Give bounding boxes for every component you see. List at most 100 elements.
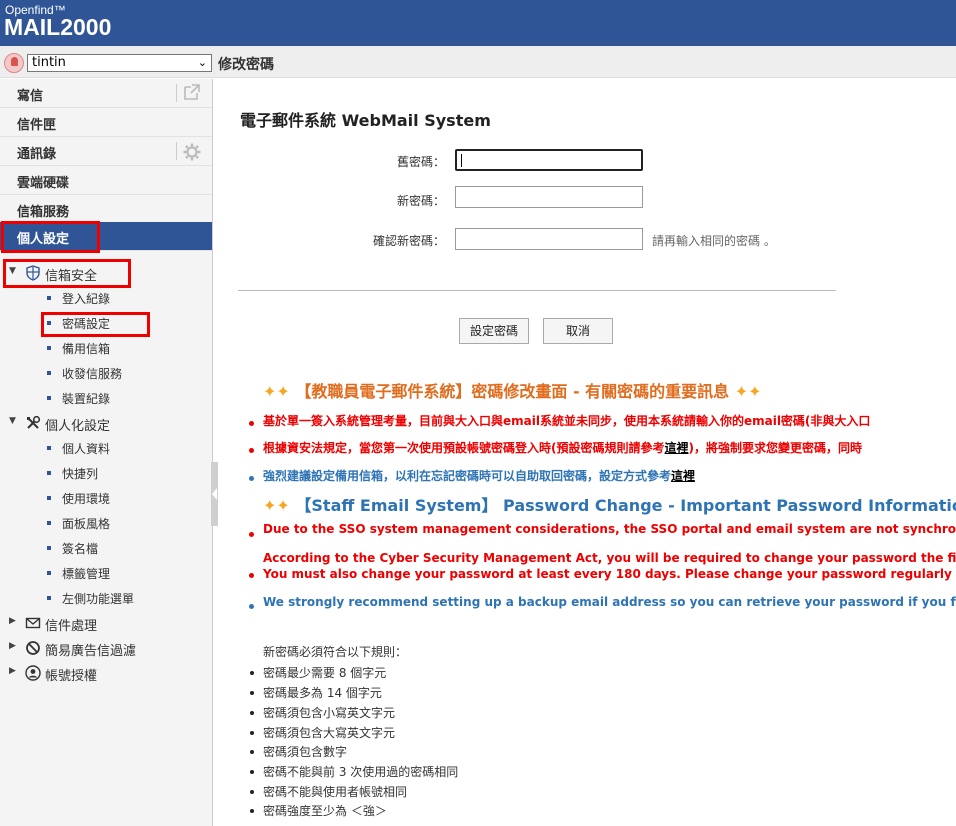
- gear-icon[interactable]: [182, 142, 202, 162]
- here-link[interactable]: 這裡: [665, 441, 689, 455]
- tree-item-device-log[interactable]: 裝置紀錄: [0, 387, 212, 409]
- new-password-input[interactable]: [455, 186, 643, 208]
- rule-item: 密碼強度至少為 ＜強＞: [263, 804, 387, 818]
- tree-item-label: 登入紀錄: [62, 292, 111, 306]
- bullet-icon: [47, 346, 51, 350]
- open-external-icon[interactable]: [182, 82, 202, 102]
- brand-logo[interactable]: MAIL2000: [4, 14, 111, 41]
- bullet-icon: [250, 691, 254, 695]
- old-password-label: 舊密碼：: [396, 155, 445, 169]
- sidebar-collapse-handle[interactable]: [211, 462, 218, 526]
- tree-item-label: 左側功能選單: [62, 592, 135, 606]
- notice-zh-item: 基於單一簽入系統管理考量，目前與大入口與email系統並未同步，使用本系統請輸入…: [263, 414, 871, 428]
- bullet-icon: [47, 446, 51, 450]
- bullet-icon: [47, 521, 51, 525]
- confirm-password-label: 確認新密碼：: [372, 234, 445, 248]
- confirm-hint: 請再輸入相同的密碼 。: [652, 234, 776, 248]
- chevron-down-icon: ⌄: [197, 56, 207, 69]
- tree-item-tag-management[interactable]: 標籤管理: [0, 562, 212, 584]
- collapsed-triangle-icon[interactable]: ▶: [9, 666, 16, 676]
- nav-separator: [176, 142, 177, 160]
- tree-item-label: 裝置紀錄: [62, 392, 111, 406]
- tree-item-shortcut-bar[interactable]: 快捷列: [0, 462, 212, 484]
- bullet-icon: [249, 476, 254, 481]
- tree-item-label: 使用環境: [62, 492, 111, 506]
- cancel-button[interactable]: 取消: [543, 318, 613, 344]
- tree-item-backup-mailbox[interactable]: 備用信箱: [0, 337, 212, 359]
- old-password-input[interactable]: [455, 149, 643, 171]
- tree-item-label: 收發信服務: [62, 367, 123, 381]
- tree-item-mail-service[interactable]: 收發信服務: [0, 362, 212, 384]
- nav-mail-services[interactable]: 信箱服務: [0, 195, 212, 224]
- bullet-icon: [249, 448, 254, 453]
- notice-en-item: You must also change your password at le…: [263, 567, 956, 581]
- notice-zh-item: 根據資安法規定，當您第一次使用預設帳號密碼登入時(預設密碼規則請參考這裡)，將強…: [263, 439, 862, 456]
- notice-zh-heading: ✦✦ 【教職員電子郵件系統】密碼修改畫面 - 有關密碼的重要訊息 ✦✦: [263, 378, 762, 402]
- notice-en-heading-text: 【Staff Email System】 Password Change - I…: [295, 496, 956, 515]
- tree-account-auth-label: 帳號授權: [45, 669, 98, 684]
- new-password-label: 新密碼：: [396, 194, 445, 208]
- highlight-box: [1, 221, 100, 253]
- tree-item-environment[interactable]: 使用環境: [0, 487, 212, 509]
- tree-item-label: 快捷列: [62, 467, 99, 481]
- user-select[interactable]: tintin ⌄: [27, 54, 212, 72]
- rule-item: 密碼須包含大寫英文字元: [263, 726, 396, 740]
- sidebar: 寫信 信件匣 通訊錄 雲端硬碟 信箱服務 個人設定 ▼ 信箱安全 登入紀錄 密碼…: [0, 79, 213, 826]
- bullet-icon: [249, 604, 254, 609]
- sparkle-icon: ✦✦: [263, 496, 290, 515]
- bullet-icon: [250, 790, 254, 794]
- tree-item-label: 標籤管理: [62, 567, 111, 581]
- notice-zh-item: 強烈建議設定備用信箱，以利在忘記密碼時可以自助取回密碼，設定方式參考這裡: [263, 467, 695, 484]
- bullet-icon: [249, 573, 254, 578]
- rule-item: 密碼最少需要 8 個字元: [263, 666, 387, 680]
- tree-ad-filter[interactable]: ▶ 簡易廣告信過濾: [0, 637, 212, 659]
- bullet-icon: [47, 396, 51, 400]
- nav-contacts-label: 通訊錄: [17, 147, 57, 162]
- sparkle-icon: ✦✦: [734, 382, 762, 401]
- sparkle-icon: ✦✦: [263, 382, 290, 401]
- bullet-icon: [47, 496, 51, 500]
- main-content: 電子郵件系統 WebMail System 舊密碼： 新密碼： 確認新密碼： 請…: [218, 79, 956, 826]
- user-avatar-icon[interactable]: [4, 53, 24, 73]
- nav-contacts[interactable]: 通訊錄: [0, 137, 212, 166]
- notice-zh-item-text: 根據資安法規定，當您第一次使用預設帳號密碼登入時(預設密碼規則請參考: [263, 441, 665, 455]
- tree-item-label: 備用信箱: [62, 342, 111, 356]
- notice-en-item: We strongly recommend setting up a backu…: [263, 595, 956, 609]
- highlight-box: [3, 259, 131, 288]
- nav-mailbox[interactable]: 信件匣: [0, 108, 212, 137]
- user-circle-icon: [25, 665, 41, 681]
- tree-item-profile[interactable]: 個人資料: [0, 437, 212, 459]
- set-password-button[interactable]: 設定密碼: [459, 318, 529, 344]
- tree-personalization-label: 個人化設定: [45, 419, 111, 434]
- bullet-icon: [47, 296, 51, 300]
- bullet-icon: [250, 731, 254, 735]
- nav-compose[interactable]: 寫信: [0, 79, 212, 108]
- tree-item-left-menu[interactable]: 左側功能選單: [0, 587, 212, 609]
- expanded-triangle-icon[interactable]: ▼: [9, 416, 16, 426]
- nav-cloud-drive[interactable]: 雲端硬碟: [0, 166, 212, 195]
- tree-account-auth[interactable]: ▶ 帳號授權: [0, 662, 212, 684]
- tree-item-login-log[interactable]: 登入紀錄: [0, 287, 212, 309]
- user-bar: tintin ⌄ 修改密碼: [0, 46, 956, 78]
- tools-icon: [27, 415, 41, 429]
- tree-item-signature[interactable]: 簽名檔: [0, 537, 212, 559]
- collapsed-triangle-icon[interactable]: ▶: [9, 616, 16, 626]
- rule-item: 密碼不能與前 3 次使用過的密碼相同: [263, 765, 459, 779]
- tree-item-panel-style[interactable]: 面板風格: [0, 512, 212, 534]
- bullet-icon: [250, 711, 254, 715]
- rule-item: 密碼最多為 14 個字元: [263, 686, 382, 700]
- rule-item: 密碼不能與使用者帳號相同: [263, 785, 408, 799]
- nav-mailbox-label: 信件匣: [17, 118, 57, 133]
- notice-zh-item-tail: )，將強制要求您變更密碼，同時: [688, 441, 863, 455]
- tree-mail-handling[interactable]: ▶ 信件處理: [0, 612, 212, 634]
- tree-personalization[interactable]: ▼ 個人化設定: [0, 412, 212, 434]
- confirm-password-input[interactable]: [455, 228, 643, 250]
- nav-cloud-drive-label: 雲端硬碟: [17, 176, 70, 191]
- collapsed-triangle-icon[interactable]: ▶: [9, 641, 16, 651]
- tree-mail-handling-label: 信件處理: [45, 619, 98, 634]
- bullet-icon: [250, 809, 254, 813]
- bullet-icon: [47, 571, 51, 575]
- here-link[interactable]: 這裡: [671, 469, 695, 483]
- tree-item-label: 面板風格: [62, 517, 111, 531]
- bullet-icon: [47, 596, 51, 600]
